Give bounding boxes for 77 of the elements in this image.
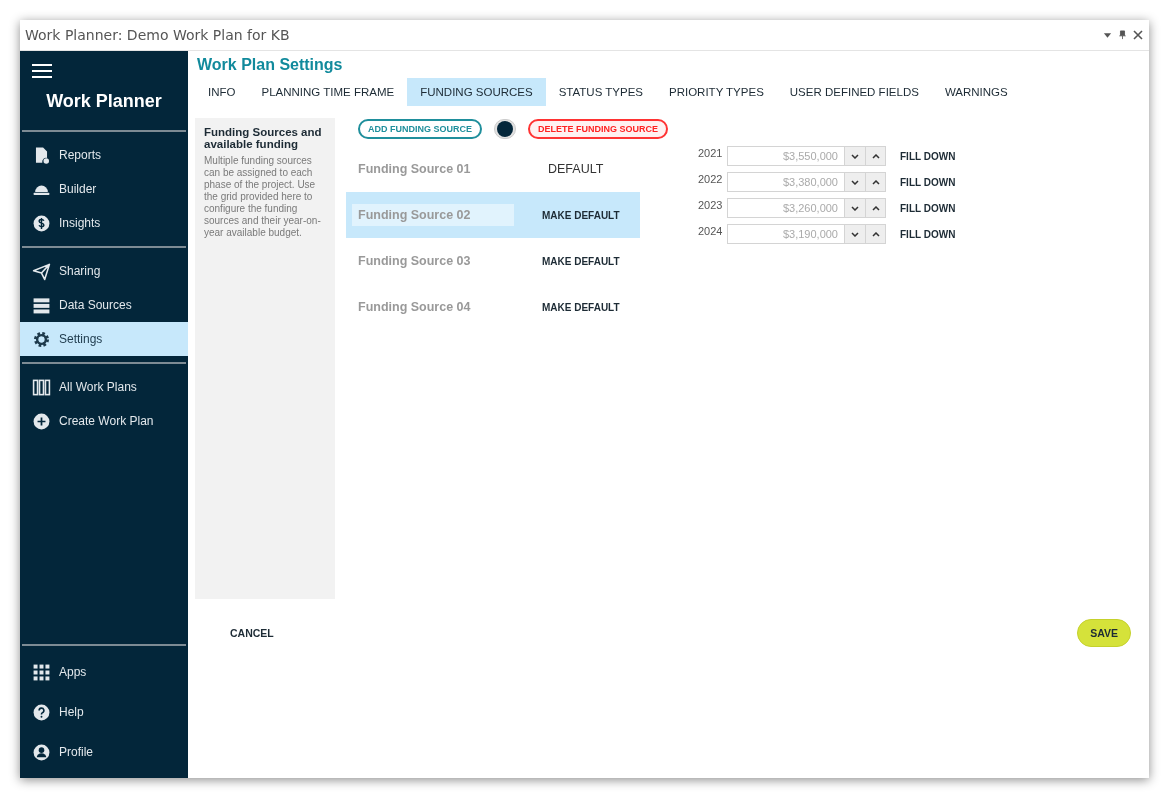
increment-button[interactable]: [865, 224, 886, 244]
funding-source-row[interactable]: Funding Source 02 MAKE DEFAULT: [346, 192, 640, 238]
default-label: DEFAULT: [548, 162, 604, 176]
nav-item[interactable]: Sharing: [20, 254, 188, 288]
save-button[interactable]: SAVE: [1077, 619, 1131, 647]
fill-down-button[interactable]: FILL DOWN: [894, 227, 962, 241]
decrement-button[interactable]: [844, 198, 865, 218]
stack-icon: [32, 295, 51, 315]
year-label: 2023: [698, 199, 724, 211]
chevron-up-icon: [871, 179, 880, 185]
user-icon: [32, 742, 51, 762]
nav-item[interactable]: Settings: [20, 322, 188, 356]
funding-source-row[interactable]: Funding Source 03 MAKE DEFAULT: [346, 238, 640, 284]
nav-item[interactable]: Apps: [20, 652, 188, 692]
decrement-button[interactable]: [844, 224, 865, 244]
year-label: 2021: [698, 147, 724, 159]
tab[interactable]: PRIORITY TYPES: [656, 78, 777, 106]
chevron-down-icon: [851, 205, 859, 211]
decrement-button[interactable]: [844, 172, 865, 192]
description-heading: Funding Sources and available funding: [204, 126, 323, 150]
year-label: 2024: [698, 225, 724, 237]
toggle-switch[interactable]: [494, 119, 516, 139]
app-name: Work Planner: [45, 91, 163, 112]
year-label: 2022: [698, 173, 724, 185]
nav-item[interactable]: Reports: [20, 138, 188, 172]
paper-plane-icon: [32, 261, 51, 281]
make-default-button[interactable]: MAKE DEFAULT: [536, 300, 626, 314]
funding-source-row[interactable]: Funding Source 01 DEFAULT: [346, 146, 640, 192]
chevron-up-icon: [871, 205, 880, 211]
funding-source-name: Funding Source 01: [357, 161, 472, 178]
chevron-down-icon: [851, 153, 859, 159]
grid-icon: [32, 662, 51, 682]
close-icon: [1133, 30, 1143, 40]
make-default-button[interactable]: MAKE DEFAULT: [536, 254, 626, 268]
make-default-button[interactable]: MAKE DEFAULT: [536, 208, 626, 222]
cancel-button[interactable]: CANCEL: [224, 626, 280, 640]
page-title: Work Plan Settings: [197, 56, 344, 74]
delete-funding-source-button[interactable]: DELETE FUNDING SOURCE: [528, 119, 669, 139]
chevron-up-icon: [871, 153, 880, 159]
dropdown-icon: [1103, 30, 1112, 40]
decrement-button[interactable]: [844, 146, 865, 166]
funding-source-name: Funding Source 03: [357, 253, 472, 270]
nav-item[interactable]: Builder: [20, 172, 188, 206]
nav-item[interactable]: Data Sources: [20, 288, 188, 322]
window-title: Work Planner: Demo Work Plan for KB: [25, 27, 291, 43]
tab[interactable]: FUNDING SOURCES: [407, 78, 546, 106]
funding-source-name: Funding Source 04: [357, 299, 472, 316]
pin-icon: [1118, 30, 1127, 40]
nav-item[interactable]: Profile: [20, 732, 188, 772]
funding-source-name: Funding Source 02: [352, 204, 514, 226]
increment-button[interactable]: [865, 146, 886, 166]
tab[interactable]: STATUS TYPES: [545, 78, 656, 106]
chevron-up-icon: [871, 231, 880, 237]
chevron-down-icon: [851, 179, 859, 185]
increment-button[interactable]: [865, 198, 886, 218]
fill-down-button[interactable]: FILL DOWN: [894, 201, 962, 215]
tab[interactable]: INFO: [195, 78, 249, 106]
help-icon: [32, 702, 51, 722]
nav-item[interactable]: Create Work Plan: [20, 404, 188, 438]
add-funding-source-button[interactable]: ADD FUNDING SOURCE: [358, 119, 482, 139]
tab[interactable]: PLANNING TIME FRAME: [248, 78, 408, 106]
fill-down-button[interactable]: FILL DOWN: [894, 175, 962, 189]
menu-icon[interactable]: [32, 63, 52, 79]
funding-source-row[interactable]: Funding Source 04 MAKE DEFAULT: [346, 284, 640, 330]
dollar-icon: [32, 213, 51, 233]
chevron-down-icon: [851, 231, 859, 237]
nav-item[interactable]: Insights: [20, 206, 188, 240]
nav-item[interactable]: All Work Plans: [20, 370, 188, 404]
tab[interactable]: USER DEFINED FIELDS: [776, 78, 932, 106]
fill-down-button[interactable]: FILL DOWN: [894, 149, 962, 163]
tab[interactable]: WARNINGS: [931, 78, 1021, 106]
description-text: Multiple funding sources can be assigned to each phase of the project. Use the grid provided here to configure the funding sources and their year-on-year available budget.: [204, 155, 322, 239]
binders-icon: [32, 377, 51, 397]
nav-item[interactable]: Help: [20, 692, 188, 732]
settings-icon: [32, 329, 51, 349]
add-icon: [32, 411, 51, 431]
increment-button[interactable]: [865, 172, 886, 192]
